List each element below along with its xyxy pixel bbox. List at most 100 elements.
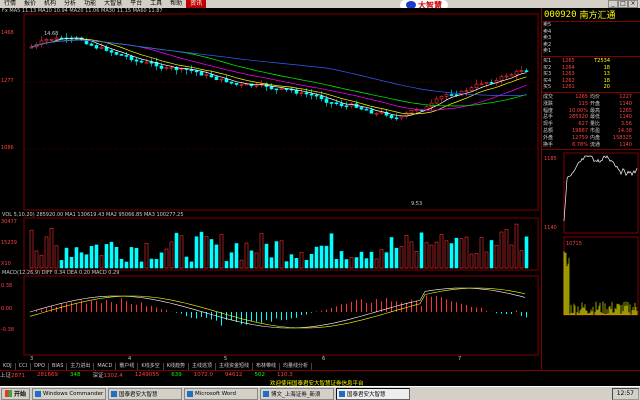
buy-order-row: 买3 1263 13	[542, 71, 640, 78]
volume-bar	[129, 247, 134, 269]
menu-item[interactable]: 机构	[40, 0, 60, 8]
order-price	[562, 35, 590, 42]
order-volume: 13	[603, 71, 610, 78]
volume-bar	[289, 254, 294, 269]
volume-bar	[219, 234, 224, 269]
volume-bar	[79, 252, 84, 269]
menu-item[interactable]: 功能	[80, 0, 100, 8]
menu-item[interactable]: 报价	[20, 0, 40, 8]
volume-bar	[304, 259, 309, 269]
volume-bar	[439, 234, 444, 269]
candle-body	[524, 70, 529, 72]
taskbar-button[interactable]: 博文_上海证券_新浪	[260, 387, 335, 400]
order-volume: 20	[603, 84, 610, 91]
volume-bar	[389, 237, 394, 269]
menu-item[interactable]: 行情	[0, 0, 20, 8]
menu-item[interactable]: 帮助	[166, 0, 186, 8]
volume-axis-top: 30477	[1, 219, 17, 225]
volume-bar	[34, 250, 39, 269]
index-value: 110.3	[277, 372, 293, 378]
volume-bar	[64, 247, 69, 269]
candle-body	[379, 111, 384, 114]
maximize-button[interactable]: □	[618, 0, 628, 8]
volume-bar	[339, 251, 344, 269]
stat-value: 1140	[619, 114, 632, 121]
intraday-minute-chart[interactable]: 1185 1140 10715	[542, 151, 640, 347]
mini-volume-border	[563, 236, 639, 316]
indicator-tab[interactable]: KDJ	[0, 363, 16, 370]
volume-bar	[524, 236, 529, 269]
index-label: 深证	[92, 373, 104, 379]
volume-bar	[204, 236, 209, 269]
volume-bar	[89, 246, 94, 269]
menu-item[interactable]: 大智慧	[100, 0, 126, 8]
index-summary-item: 348	[70, 372, 81, 378]
indicator-tab-strip: KDJ CCI DPO BIAS 主力进出 MACD 散户线 K线多空 K线趋势 主线逃顶 主线资金…	[0, 363, 540, 370]
high-price-marker: 14.68	[44, 31, 59, 37]
minimize-button[interactable]: _	[608, 0, 618, 8]
volume-bar	[39, 254, 44, 269]
indicator-tab[interactable]: K线趋势	[164, 363, 189, 370]
stat-row: 涨跌 115 开盘 1140	[542, 101, 640, 108]
indicator-tab[interactable]: 主线资金短线	[216, 363, 254, 370]
stat-value: 1265	[619, 107, 632, 114]
order-label: 卖4	[543, 28, 552, 35]
volume-bar	[484, 251, 489, 269]
taskbar-button[interactable]: 国泰君安大智慧	[336, 387, 411, 400]
indicator-tab[interactable]: BIAS	[49, 363, 68, 370]
candle-body	[194, 70, 199, 73]
stat-row: 换手 6.78% 流通 1140	[542, 142, 640, 149]
volume-bar	[44, 236, 49, 269]
app-icon	[35, 390, 42, 397]
candle-body	[124, 55, 129, 57]
index-value: 1249055	[134, 372, 160, 378]
taskbar-button-label: Windows Commander 5	[43, 390, 107, 397]
volume-bar	[104, 244, 109, 269]
indicator-tab[interactable]: K线多空	[138, 363, 164, 370]
sell-order-row: 卖1	[542, 48, 640, 55]
indicator-tab[interactable]: 主力进出	[67, 363, 95, 370]
candlestick-chart[interactable]	[0, 8, 540, 363]
volume-bar	[154, 259, 159, 269]
stat-label: 内盘	[590, 134, 601, 141]
index-summary-item: 639	[171, 372, 182, 378]
index-label: 上证	[0, 373, 12, 379]
candle-body	[319, 95, 324, 100]
menu-item[interactable]: 分析	[60, 0, 80, 8]
volume-bar	[374, 258, 379, 269]
stat-value: 1140	[619, 100, 632, 107]
taskbar-button-label: 国泰君安大智慧	[347, 391, 386, 398]
menu-item[interactable]: 平台	[126, 0, 146, 8]
indicator-tab[interactable]: MACD	[94, 363, 117, 370]
candle-body	[369, 109, 374, 114]
menu-item[interactable]: 工具	[146, 0, 166, 8]
indicator-tab[interactable]: 主线逃顶	[189, 363, 216, 370]
menu-item[interactable]: 资讯	[186, 0, 207, 8]
close-button[interactable]: ×	[628, 0, 638, 8]
candle-body	[394, 117, 399, 120]
taskbar-button[interactable]: Microsoft Word	[184, 387, 259, 400]
candle-body	[209, 74, 214, 78]
order-price: 1265	[562, 57, 575, 64]
taskbar-button[interactable]: 国泰君安大智慧	[108, 387, 183, 400]
candle-body	[309, 93, 314, 96]
index-value: 639	[171, 372, 182, 378]
order-label: 买3	[543, 71, 552, 78]
chart-area[interactable]: Fx MA5 11.13 MA10 10.94 MA20 11.06 MA30 …	[0, 8, 540, 370]
stat-label: 开盘	[590, 100, 601, 107]
indicator-tab[interactable]: 散户线	[116, 363, 139, 370]
indicator-tab[interactable]: 布林带线	[253, 363, 281, 370]
candle-body	[489, 82, 494, 84]
volume-bar	[49, 228, 54, 269]
volume-bar	[354, 257, 359, 269]
taskbar-button[interactable]: Windows Commander 5	[32, 387, 107, 400]
indicator-tab[interactable]: 均量线分析	[280, 363, 313, 370]
volume-bar	[404, 234, 409, 269]
start-button[interactable]: 开始	[1, 387, 31, 400]
indicator-tab[interactable]: CCI	[16, 363, 32, 370]
indicator-tab[interactable]: DPO	[31, 363, 49, 370]
candle-body	[389, 114, 394, 119]
stock-header: 000920 南方汇通	[542, 8, 640, 22]
volume-bar	[164, 248, 169, 269]
buy-order-list: 买1 1265 T2534 买2 1264 18 买3 1263 13 买4 1262 18 买5 126…	[542, 58, 640, 91]
